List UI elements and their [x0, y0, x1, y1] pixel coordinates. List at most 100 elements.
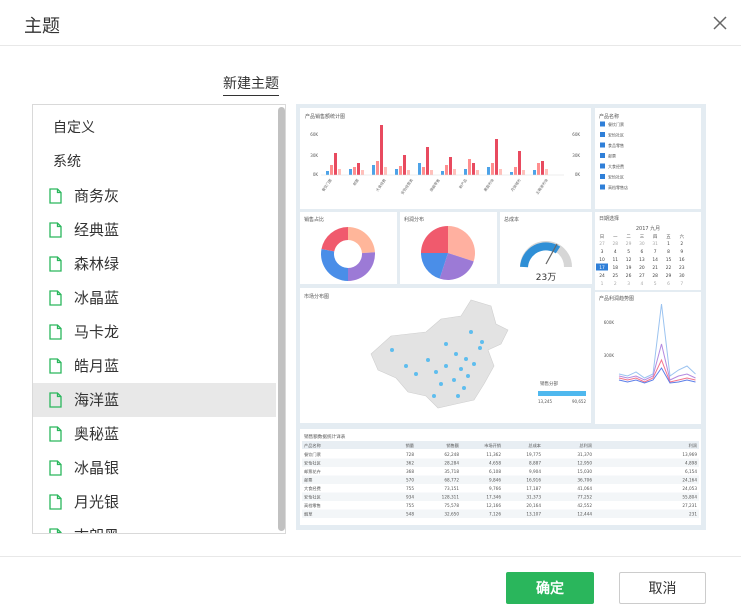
table-header-cell: 总成本 — [528, 442, 541, 449]
calendar-day: 16 — [679, 257, 685, 263]
bar-mark — [445, 165, 448, 175]
y-tick-label: 0K — [313, 172, 319, 177]
filter-option-label: 食品零售 — [608, 142, 624, 148]
calendar-day: 25 — [613, 273, 619, 279]
table-cell: 17,187 — [526, 486, 541, 491]
calendar-day: 27 — [599, 241, 605, 247]
checkbox-mark — [600, 174, 605, 179]
table-cell: 9,766 — [489, 486, 501, 491]
cancel-button[interactable]: 取消 — [619, 572, 706, 604]
calendar-day: 27 — [639, 273, 645, 279]
theme-item[interactable]: 皓月蓝 — [33, 349, 276, 383]
map-legend-bar — [538, 391, 586, 396]
table-cell: 548 — [406, 512, 414, 517]
table-cell: 231 — [689, 512, 697, 517]
table-header-cell: 产品名称 — [304, 442, 321, 449]
calendar-weekday: 二 — [626, 234, 631, 240]
map-point — [390, 348, 394, 352]
table-header-cell: 市场开销 — [484, 442, 501, 449]
filter-option-label: 大食经费 — [608, 163, 624, 169]
table-cell: 27,231 — [682, 503, 697, 508]
theme-list-scrollbar[interactable] — [277, 105, 285, 533]
table-cell: 755 — [406, 503, 414, 508]
y-tick-label: 60K — [310, 132, 318, 137]
line-chart-title: 产品利润趋势图 — [599, 295, 634, 302]
table-cell: 17,346 — [486, 495, 501, 500]
theme-item-label: 经典蓝 — [74, 221, 120, 239]
calendar-weekday: 一 — [613, 235, 618, 240]
bar-mark — [384, 167, 387, 175]
theme-item[interactable]: 商务灰 — [33, 179, 276, 213]
table-cell: 安怡社区 — [304, 460, 321, 467]
bar-mark — [361, 170, 364, 175]
document-icon — [49, 494, 62, 510]
theme-item-label: 月光银 — [74, 493, 120, 511]
table-cell: 4,898 — [685, 461, 697, 466]
table-cell: 36,706 — [577, 478, 592, 483]
new-theme-link[interactable]: 新建主题 — [223, 73, 279, 96]
table-cell: 62,248 — [444, 452, 459, 457]
map-point — [459, 367, 463, 371]
table-cell: 13,107 — [526, 512, 541, 517]
theme-item[interactable]: 冰晶蓝 — [33, 281, 276, 315]
document-icon — [49, 188, 62, 204]
calendar-day: 17 — [599, 265, 605, 271]
dialog-header: 主题 — [0, 0, 741, 46]
table-cell: 24,053 — [682, 486, 697, 491]
theme-category: 自定义 — [53, 120, 95, 136]
table-cell: 31,370 — [577, 452, 592, 457]
map-point — [444, 342, 448, 346]
calendar-day: 22 — [666, 265, 672, 271]
calendar-day: 3 — [627, 281, 630, 287]
map-point — [469, 330, 473, 334]
calendar-day: 29 — [666, 273, 672, 279]
bar-mark — [334, 153, 337, 175]
y-tick-label: 300K — [604, 353, 615, 358]
bar-mark — [468, 159, 471, 175]
gauge-title: 总成本 — [504, 216, 519, 223]
scrollbar-thumb[interactable] — [278, 107, 285, 531]
bar-mark — [430, 170, 433, 175]
bar-mark — [449, 157, 452, 175]
table-cell: 934 — [406, 495, 414, 500]
bar-mark — [357, 163, 360, 175]
calendar-weekday: 三 — [640, 234, 645, 240]
theme-item[interactable]: 经典蓝 — [33, 213, 276, 247]
preview-dashboard: 产品销售额统计图60K 60K30K 30K0K 0K餐饮门票 邮票 大食经费 安怡经营类旗… — [300, 108, 701, 525]
table-cell: 12,950 — [577, 461, 592, 466]
theme-item[interactable]: 森林绿 — [33, 247, 276, 281]
bar-mark — [472, 163, 475, 175]
theme-item-label: 冰晶蓝 — [74, 289, 120, 307]
y2-tick-label: 0K — [575, 172, 581, 177]
calendar-day: 1 — [601, 281, 604, 287]
confirm-button[interactable]: 确定 — [506, 572, 594, 604]
theme-item-label: 森林绿 — [74, 255, 120, 273]
table-cell: 368 — [406, 469, 414, 474]
bar-mark — [464, 169, 467, 175]
table-cell: 16,916 — [526, 478, 541, 483]
bar-mark — [441, 171, 444, 175]
theme-item[interactable]: 月光银 — [33, 485, 276, 519]
table-cell: 8,887 — [529, 461, 541, 466]
theme-item[interactable]: 冰晶银 — [33, 451, 276, 485]
calendar-day: 20 — [639, 265, 645, 271]
calendar-day: 4 — [641, 281, 644, 287]
close-icon[interactable] — [710, 13, 730, 33]
table-cell: 6,108 — [489, 469, 501, 474]
y-tick-label: 30K — [310, 153, 318, 158]
theme-item[interactable]: 马卡龙 — [33, 315, 276, 349]
bar-mark — [499, 169, 502, 175]
theme-item[interactable]: 海洋蓝 — [33, 383, 276, 417]
calendar-day: 19 — [626, 265, 632, 271]
calendar-weekday: 四 — [653, 234, 657, 240]
filter-title: 产品名称 — [599, 113, 619, 120]
bar-mark — [418, 163, 421, 175]
map-point — [434, 370, 438, 374]
preview-bar-panel — [300, 108, 591, 209]
theme-item[interactable]: 奥秘蓝 — [33, 417, 276, 451]
map-point — [454, 352, 458, 356]
theme-item[interactable]: 古朗黑 — [33, 519, 276, 533]
bar-mark — [426, 147, 429, 175]
calendar-day: 24 — [599, 273, 605, 279]
table-cell: 31,373 — [526, 495, 541, 500]
